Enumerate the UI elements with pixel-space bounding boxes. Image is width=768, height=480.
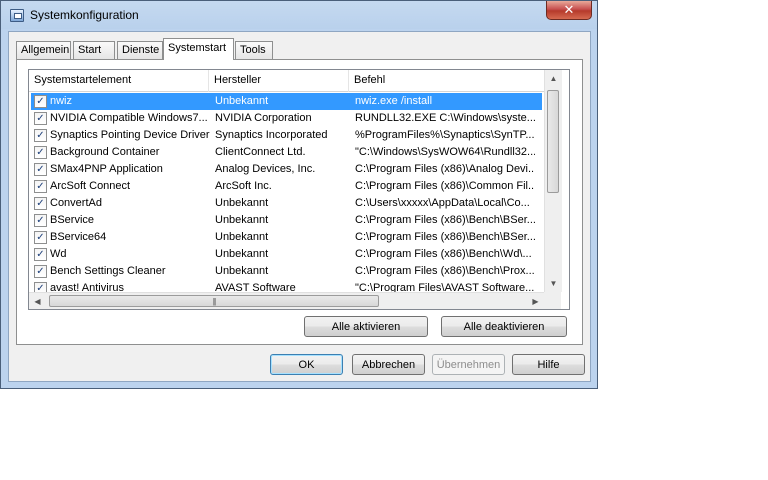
row-checkbox[interactable]: ✓ [34,163,47,176]
table-row[interactable]: ✓ ConvertAd Unbekannt C:\Users\xxxxx\App… [29,195,544,212]
apply-button[interactable]: Übernehmen [432,354,505,375]
row-checkbox[interactable]: ✓ [34,197,47,210]
list-rows: ✓ nwiz Unbekannt nwiz.exe /install ✓ NVI… [29,93,544,296]
scrollbar-corner [544,292,561,309]
horizontal-scroll-thumb[interactable]: ||| [49,295,379,307]
startup-item-manufacturer: NVIDIA Corporation [215,112,312,124]
startup-item-name: ConvertAd [50,197,102,209]
table-row[interactable]: ✓ ArcSoft Connect ArcSoft Inc. C:\Progra… [29,178,544,195]
row-checkbox[interactable]: ✓ [34,231,47,244]
table-row[interactable]: ✓ BService64 Unbekannt C:\Program Files … [29,229,544,246]
row-checkbox[interactable]: ✓ [34,248,47,261]
row-checkbox[interactable]: ✓ [34,180,47,193]
row-checkbox[interactable]: ✓ [34,112,47,125]
startup-item-command: nwiz.exe /install [355,95,433,107]
startup-item-manufacturer: Unbekannt [215,214,269,226]
startup-item-command: C:\Program Files (x86)\Bench\BSer... [355,214,535,226]
startup-item-manufacturer: Synaptics Incorporated [215,129,328,141]
startup-item-name: BService64 [50,231,107,243]
tab-systemstart[interactable]: Systemstart [163,38,234,60]
startup-item-manufacturer: ClientConnect Ltd. [215,146,306,158]
ok-button[interactable]: OK [270,354,343,375]
startup-item-command: C:\Program Files (x86)\Bench\BSer... [355,231,535,243]
disable-all-button[interactable]: Alle deaktivieren [441,316,567,337]
help-button[interactable]: Hilfe [512,354,585,375]
startup-item-name: Wd [50,248,67,260]
column-header-befehl[interactable]: Befehl [349,70,544,92]
table-row[interactable]: ✓ BService Unbekannt C:\Program Files (x… [29,212,544,229]
startup-item-name: Background Container [50,146,160,158]
close-button[interactable]: ✕ [546,1,592,20]
scroll-down-icon[interactable]: ▼ [545,275,562,292]
startup-item-command: C:\Program Files (x86)\Bench\Wd\... [355,248,532,260]
startup-item-command: C:\Program Files (x86)\Common Fil... [355,180,535,192]
startup-item-manufacturer: Unbekannt [215,197,269,209]
row-checkbox[interactable]: ✓ [34,214,47,227]
table-row[interactable]: ✓ nwiz Unbekannt nwiz.exe /install [31,93,542,110]
row-checkbox[interactable]: ✓ [34,265,47,278]
startup-item-name: Bench Settings Cleaner [50,265,166,277]
startup-item-name: ArcSoft Connect [50,180,131,192]
startup-item-name: BService [50,214,95,226]
table-row[interactable]: ✓ SMax4PNP Application Analog Devices, I… [29,161,544,178]
startup-item-name: NVIDIA Compatible Windows7... [50,112,208,124]
table-row[interactable]: ✓ NVIDIA Compatible Windows7... NVIDIA C… [29,110,544,127]
startup-item-command: %ProgramFiles%\Synaptics\SynTP... [355,129,535,141]
column-header-systemstartelement[interactable]: Systemstartelement [29,70,209,92]
window-title: Systemkonfiguration [30,8,139,22]
title-bar[interactable]: Systemkonfiguration ✕ [1,1,597,31]
tab-allgemein[interactable]: Allgemein [16,41,71,59]
row-checkbox[interactable]: ✓ [34,95,47,108]
vertical-scrollbar[interactable]: ▲ ▼ [544,70,562,292]
startup-item-manufacturer: Unbekannt [215,231,269,243]
startup-item-command: C:\Users\xxxxx\AppData\Local\Co... [355,197,530,209]
startup-item-manufacturer: Unbekannt [215,95,269,107]
table-row[interactable]: ✓ Synaptics Pointing Device Driver Synap… [29,127,544,144]
startup-item-name: Synaptics Pointing Device Driver [50,129,210,141]
system-configuration-window: Systemkonfiguration ✕ Allgemein Start Di… [0,0,598,389]
table-row[interactable]: ✓ Bench Settings Cleaner Unbekannt C:\Pr… [29,263,544,280]
startup-item-manufacturer: Unbekannt [215,265,269,277]
startup-item-command: C:\Program Files (x86)\Bench\Prox... [355,265,535,277]
app-icon [10,9,24,22]
tab-start[interactable]: Start [73,41,115,59]
table-row[interactable]: ✓ Wd Unbekannt C:\Program Files (x86)\Be… [29,246,544,263]
startup-items-list[interactable]: Systemstartelement Hersteller Befehl ✓ n… [28,69,570,310]
startup-item-manufacturer: ArcSoft Inc. [215,180,272,192]
startup-item-name: nwiz [50,95,73,107]
table-row[interactable]: ✓ Background Container ClientConnect Ltd… [29,144,544,161]
cancel-button[interactable]: Abbrechen [352,354,425,375]
scroll-up-icon[interactable]: ▲ [545,70,562,87]
tab-tools[interactable]: Tools [235,41,273,59]
startup-item-manufacturer: Analog Devices, Inc. [215,163,316,175]
startup-item-manufacturer: Unbekannt [215,248,269,260]
enable-all-button[interactable]: Alle aktivieren [304,316,428,337]
dialog-client-area: Allgemein Start Dienste Systemstart Tool… [8,31,591,382]
scroll-left-icon[interactable]: ◀ [29,293,46,309]
column-header-hersteller[interactable]: Hersteller [209,70,349,92]
list-header: Systemstartelement Hersteller Befehl [29,70,544,92]
row-checkbox[interactable]: ✓ [34,146,47,159]
tab-dienste[interactable]: Dienste [117,41,163,59]
scroll-right-icon[interactable]: ▶ [527,293,544,309]
horizontal-scrollbar[interactable]: ◀ ||| ▶ [29,292,544,309]
startup-item-command: RUNDLL32.EXE C:\Windows\syste... [355,112,535,124]
vertical-scroll-thumb[interactable] [547,90,559,193]
row-checkbox[interactable]: ✓ [34,129,47,142]
startup-item-command: "C:\Windows\SysWOW64\Rundll32.... [355,146,535,158]
startup-item-name: SMax4PNP Application [50,163,163,175]
systemstart-tab-panel: Systemstartelement Hersteller Befehl ✓ n… [16,59,583,345]
startup-item-command: C:\Program Files (x86)\Analog Devi... [355,163,535,175]
